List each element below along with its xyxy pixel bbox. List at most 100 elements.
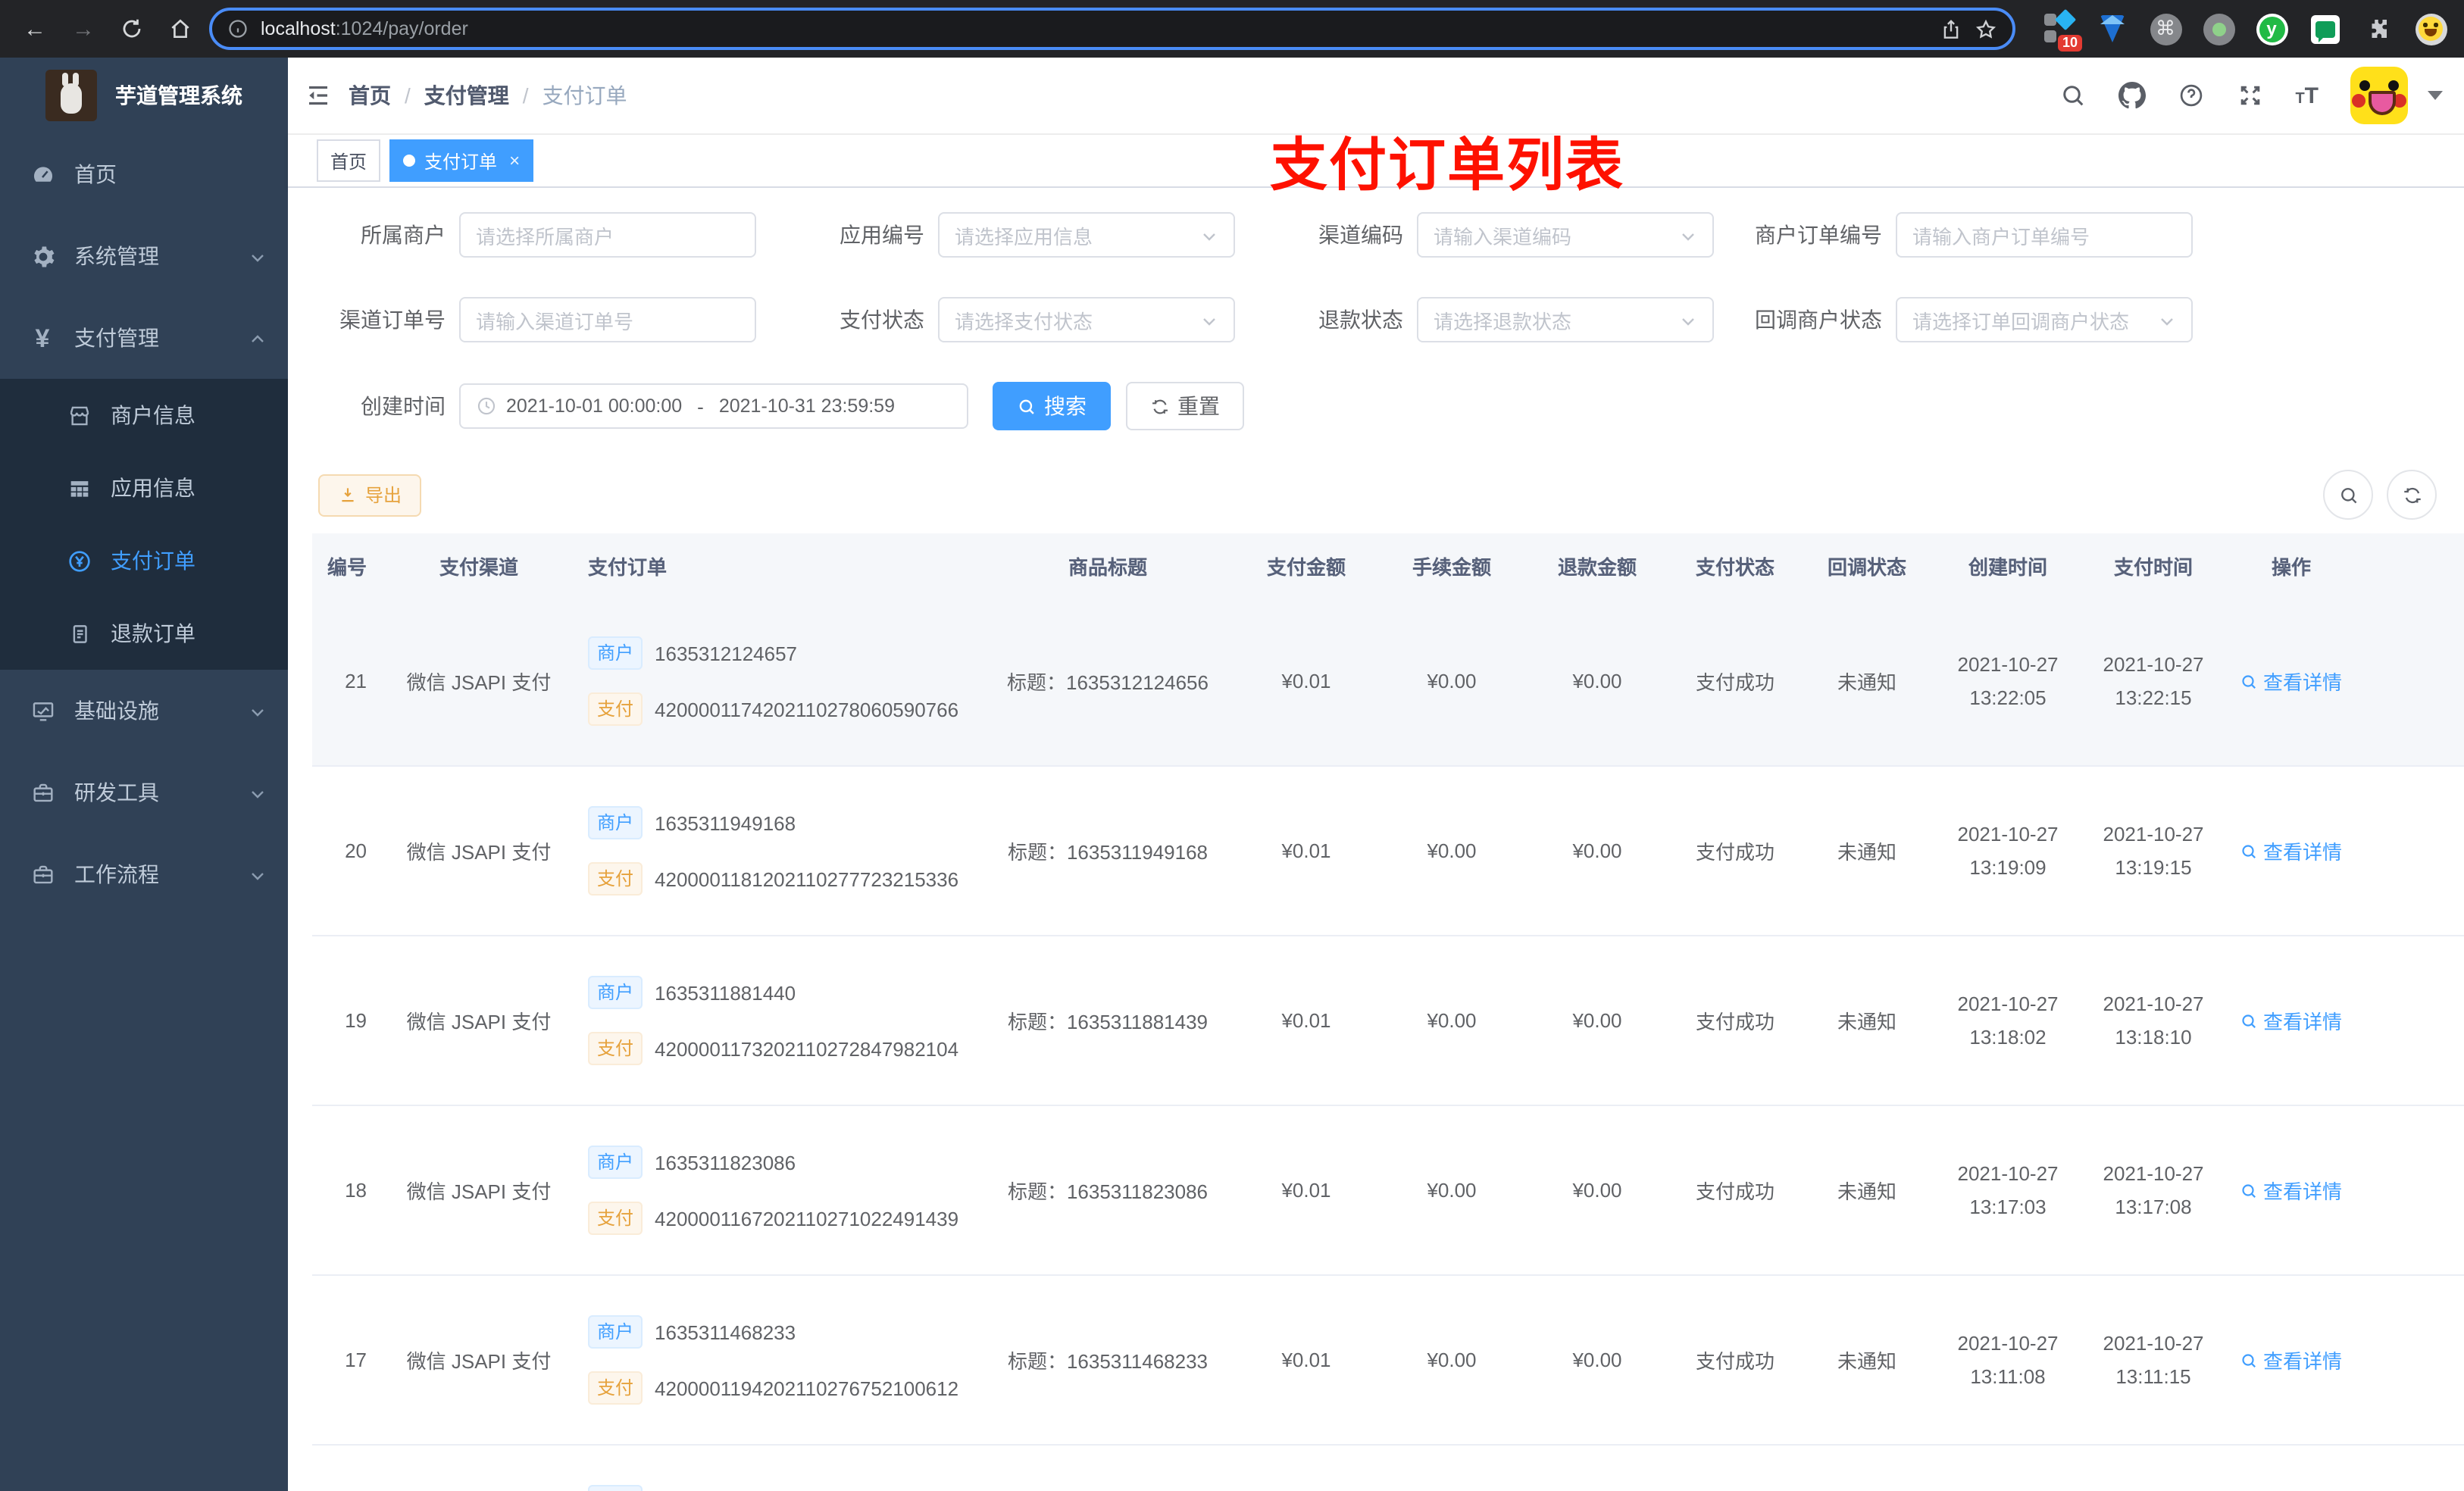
sidebar-item-7[interactable]: 基础设施 [0, 670, 288, 752]
view-detail-link[interactable]: 查看详情 [2240, 667, 2342, 695]
view-detail-link[interactable]: 查看详情 [2240, 1176, 2342, 1205]
tab-1[interactable]: 支付订单 × [389, 139, 534, 182]
browser-toolbar: ← → localhost:1024/pay/order 10 ⌘ y [0, 0, 2464, 58]
view-detail-link[interactable]: 查看详情 [2240, 836, 2342, 865]
cell-amount: ¥0.01 [1281, 1349, 1331, 1371]
help-icon[interactable] [2177, 82, 2204, 109]
sidebar-item-1[interactable]: 系统管理 [0, 215, 288, 297]
table-row[interactable]: 21 微信 JSAPI 支付 商户 1635312124657 支付 4200001174… [312, 597, 2464, 767]
table-row[interactable]: 19 微信 JSAPI 支付 商户 1635311881440 支付 4200001173… [312, 936, 2464, 1106]
sidebar-item-5[interactable]: 支付订单 [0, 524, 288, 597]
app-logo-row[interactable]: 芋道管理系统 [0, 58, 288, 133]
header-search-icon[interactable] [2059, 82, 2086, 109]
annotation-text: 支付订单列表 [1270, 135, 1625, 198]
sidebar-fold-icon[interactable] [288, 58, 349, 133]
cell-pay-order: 商户1635311354796 [576, 1446, 982, 1491]
view-detail-link[interactable]: 查看详情 [2240, 1346, 2342, 1374]
filter-label: 渠道编码 [1318, 223, 1403, 247]
table-row-partial[interactable]: 商户1635311354796 [312, 1446, 2464, 1491]
merchant-order-no: 1635311949168 [655, 811, 796, 834]
dashboard-icon [29, 161, 56, 188]
refresh-table-button[interactable] [2387, 470, 2437, 520]
user-avatar[interactable] [2350, 67, 2408, 124]
breadcrumb-separator: / [522, 83, 529, 108]
view-detail-link[interactable]: 查看详情 [2240, 1006, 2342, 1035]
breadcrumb-home[interactable]: 首页 [349, 80, 391, 111]
cell-fee: ¥0.00 [1427, 1009, 1477, 1032]
browser-forward-icon[interactable]: → [64, 9, 103, 48]
active-tab-dot [403, 155, 416, 167]
cell-amount: ¥0.01 [1281, 1179, 1331, 1202]
merchant-badge: 商户 [588, 1315, 643, 1349]
cell-refund: ¥0.00 [1572, 839, 1622, 862]
filter-select-6[interactable]: 请选择退款状态 [1417, 297, 1714, 342]
create-date: 2021-10-27 [1957, 652, 2059, 675]
extension-record-icon[interactable] [2202, 12, 2235, 45]
browser-back-icon[interactable]: ← [15, 9, 55, 48]
extension-chat-icon[interactable] [2308, 12, 2341, 45]
sidebar-item-9[interactable]: 工作流程 [0, 833, 288, 915]
extension-emoji-icon[interactable] [2414, 12, 2447, 45]
filter-select-7[interactable]: 请选择订单回调商户状态 [1896, 297, 2193, 342]
avatar-dropdown-icon[interactable] [2428, 91, 2443, 100]
filter-select-1[interactable]: 请选择应用信息 [938, 212, 1235, 258]
cell-title: 标题：1635311881439 [982, 1006, 1234, 1035]
filter-label: 渠道订单号 [339, 308, 446, 332]
bookmark-star-icon[interactable] [1975, 17, 1997, 40]
fullscreen-icon[interactable] [2236, 82, 2263, 109]
browser-reload-icon[interactable] [112, 9, 152, 48]
tab-label: 首页 [330, 151, 367, 172]
pay-date: 2021-10-27 [2103, 822, 2204, 845]
browser-home-icon[interactable] [161, 9, 200, 48]
filter-label: 回调商户状态 [1755, 308, 1882, 332]
filter-select-2[interactable]: 请输入渠道编码 [1417, 212, 1714, 258]
sidebar-item-0[interactable]: 首页 [0, 133, 288, 215]
filter-input-3[interactable]: 请输入商户订单编号 [1896, 212, 2193, 258]
sidebar-item-4[interactable]: 应用信息 [0, 452, 288, 524]
reset-button[interactable]: 重置 [1126, 382, 1244, 430]
sidebar-item-8[interactable]: 研发工具 [0, 752, 288, 833]
extension-y-icon[interactable]: y [2255, 12, 2288, 45]
table-row[interactable]: 20 微信 JSAPI 支付 商户 1635311949168 支付 4200001181… [312, 767, 2464, 936]
address-bar[interactable]: localhost:1024/pay/order [209, 8, 2015, 50]
cell-amount: ¥0.01 [1281, 1009, 1331, 1032]
export-button[interactable]: 导出 [318, 474, 422, 516]
cell-pay-order: 商户 1635311468233 支付 42000011942021102767521… [576, 1315, 982, 1405]
cell-actions: 查看详情 [2225, 1176, 2358, 1205]
cell-pay-order: 商户 1635311881440 支付 42000011732021102728479… [576, 976, 982, 1065]
table-row[interactable]: 17 微信 JSAPI 支付 商户 1635311468233 支付 4200001194… [312, 1276, 2464, 1446]
date-range-input[interactable]: 2021-10-01 00:00:00-2021-10-31 23:59:59 [459, 383, 968, 429]
sidebar-item-3[interactable]: 商户信息 [0, 379, 288, 452]
create-time: 13:19:09 [1969, 855, 2047, 878]
filter-input-0[interactable]: 请选择所属商户 [459, 212, 756, 258]
filter-select-5[interactable]: 请选择支付状态 [938, 297, 1235, 342]
site-info-icon[interactable] [227, 18, 249, 39]
tab-0[interactable]: 首页 [317, 139, 381, 182]
breadcrumb-pay-manage[interactable]: 支付管理 [424, 80, 509, 111]
table-row[interactable]: 18 微信 JSAPI 支付 商户 1635311823086 支付 4200001167… [312, 1106, 2464, 1276]
search-button[interactable]: 搜索 [993, 382, 1111, 430]
cell-create-time: 2021-10-27 13:22:05 [1934, 648, 2082, 714]
orders-table: 编号 支付渠道 支付订单 商品标题 支付金额 手续金额 退款金额 支付状态 回调状态 创建时间 支付… [312, 533, 2464, 1491]
font-size-icon[interactable]: TT [2295, 83, 2319, 108]
filter-input-4[interactable]: 请输入渠道订单号 [459, 297, 756, 342]
sidebar-item-2[interactable]: ¥ 支付管理 [0, 297, 288, 379]
title-prefix: 标题： [1007, 1180, 1067, 1203]
gear-icon [29, 242, 56, 270]
share-icon[interactable] [1940, 17, 1962, 40]
filter-item-6: 退款状态 请选择退款状态 [1246, 297, 1724, 342]
extension-devtools-icon[interactable]: 10 [2043, 8, 2082, 52]
create-date: 2021-10-27 [1957, 1331, 2059, 1354]
cell-actions: 查看详情 [2225, 1006, 2358, 1035]
extension-command-icon[interactable]: ⌘ [2149, 12, 2182, 45]
tab-close-icon[interactable]: × [509, 150, 520, 171]
cell-pay-time: 2021-10-27 13:11:15 [2082, 1327, 2225, 1393]
sidebar-item-6[interactable]: 退款订单 [0, 597, 288, 670]
extensions-puzzle-icon[interactable] [2361, 12, 2394, 45]
github-icon[interactable] [2118, 82, 2146, 109]
chevron-down-icon [1200, 226, 1218, 244]
toggle-search-button[interactable] [2323, 470, 2373, 520]
extension-kite-icon[interactable] [2096, 12, 2129, 45]
view-detail-label: 查看详情 [2262, 1180, 2342, 1203]
column-header-8: 回调状态 [1827, 555, 1906, 578]
